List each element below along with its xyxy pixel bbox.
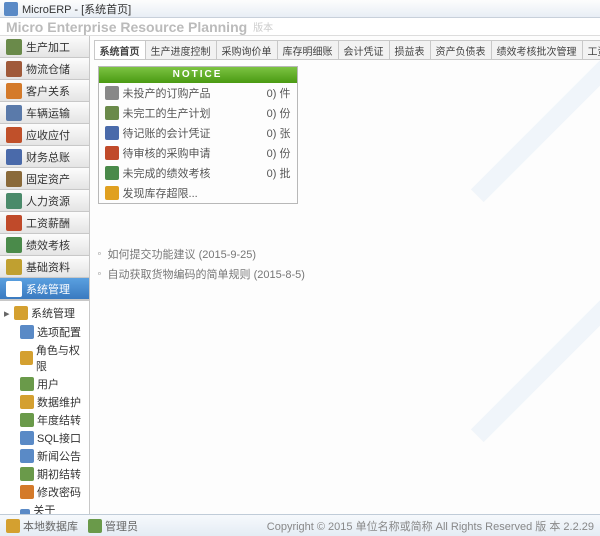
truck-icon — [6, 105, 22, 121]
settings-icon — [6, 281, 22, 297]
page-body: NOTICE 未投产的订购产品0) 件未完工的生产计划0) 份待记账的会计凭证0… — [90, 60, 600, 290]
nav-item-6[interactable]: 固定资产 — [0, 168, 89, 190]
tab-3[interactable]: 库存明细账 — [277, 40, 339, 59]
bullet-icon: ◦ — [98, 248, 108, 260]
nav-item-2[interactable]: 客户关系 — [0, 80, 89, 102]
content-area: 系统首页生产进度控制采购询价单库存明细账会计凭证损益表资产负债表绩效考核批次管理… — [90, 36, 600, 514]
tips-list: ◦如何提交功能建议 (2015-9-25)◦自动获取货物编码的简单规则 (201… — [98, 244, 600, 284]
tree-item-7[interactable]: 期初结转 — [4, 465, 87, 483]
tree-item-2[interactable]: 用户 — [4, 375, 87, 393]
tree-icon — [20, 413, 34, 427]
window-title: MicroERP - [系统首页] — [22, 1, 131, 17]
notice-header: NOTICE — [99, 67, 297, 83]
status-bar: 本地数据库 管理员 Copyright © 2015 单位名称或简称 All R… — [0, 514, 600, 536]
tab-1[interactable]: 生产进度控制 — [145, 40, 217, 59]
tree-item-9[interactable]: 关于MicroERP — [4, 501, 87, 514]
salary-icon — [6, 215, 22, 231]
money-icon — [6, 127, 22, 143]
db-icon — [6, 519, 20, 533]
tree-icon — [20, 449, 34, 463]
status-db[interactable]: 本地数据库 — [6, 518, 78, 534]
banner: Micro Enterprise Resource Planning 版本 — [0, 18, 600, 36]
sidebar: 生产加工物流仓储客户关系车辆运输应收应付财务总账固定资产人力资源工资薪酬绩效考核… — [0, 36, 90, 514]
chart-icon — [6, 237, 22, 253]
tree-icon — [20, 325, 34, 339]
notice-row-3[interactable]: 待审核的采购申请0) 份 — [99, 143, 297, 163]
user-icon — [88, 519, 102, 533]
banner-sub: 版本 — [253, 19, 273, 34]
tip-1[interactable]: ◦自动获取货物编码的简单规则 (2015-8-5) — [98, 264, 600, 284]
tree-icon — [20, 467, 34, 481]
cart-icon — [105, 86, 119, 100]
folder-icon — [6, 259, 22, 275]
tree-item-4[interactable]: 年度结转 — [4, 411, 87, 429]
tab-2[interactable]: 采购询价单 — [216, 40, 278, 59]
tip-0[interactable]: ◦如何提交功能建议 (2015-9-25) — [98, 244, 600, 264]
tab-4[interactable]: 会计凭证 — [338, 40, 390, 59]
nav-item-7[interactable]: 人力资源 — [0, 190, 89, 212]
nav-item-4[interactable]: 应收应付 — [0, 124, 89, 146]
asset-icon — [6, 171, 22, 187]
nav-item-0[interactable]: 生产加工 — [0, 36, 89, 58]
nav-item-11[interactable]: 系统管理 — [0, 278, 89, 300]
tree-root[interactable]: ▸ 系统管理 — [4, 305, 87, 321]
nav-item-3[interactable]: 车辆运输 — [0, 102, 89, 124]
title-bar: MicroERP - [系统首页] — [0, 0, 600, 18]
tab-6[interactable]: 资产负债表 — [430, 40, 492, 59]
decoration — [470, 288, 600, 442]
tree-icon — [20, 431, 34, 445]
notice-row-5[interactable]: 发现库存超限... — [99, 183, 297, 203]
tab-7[interactable]: 绩效考核批次管理 — [491, 40, 583, 59]
tree-item-5[interactable]: SQL接口 — [4, 429, 87, 447]
notice-row-4[interactable]: 未完成的绩效考核0) 批 — [99, 163, 297, 183]
tree-item-0[interactable]: 选项配置 — [4, 323, 87, 341]
ledger-icon — [6, 149, 22, 165]
perf-icon — [105, 166, 119, 180]
tree-icon — [20, 351, 33, 365]
tree-item-6[interactable]: 新闻公告 — [4, 447, 87, 465]
tab-bar: 系统首页生产进度控制采购询价单库存明细账会计凭证损益表资产负债表绩效考核批次管理… — [94, 40, 600, 60]
status-user[interactable]: 管理员 — [88, 518, 138, 534]
tab-8[interactable]: 工资录入 — [582, 40, 600, 59]
bullet-icon: ◦ — [98, 268, 108, 280]
tab-5[interactable]: 损益表 — [389, 40, 431, 59]
tab-0[interactable]: 系统首页 — [94, 40, 146, 59]
nav-item-5[interactable]: 财务总账 — [0, 146, 89, 168]
copyright: Copyright © 2015 单位名称或简称 All Rights Rese… — [267, 518, 594, 534]
notice-row-1[interactable]: 未完工的生产计划0) 份 — [99, 103, 297, 123]
tree-icon — [20, 485, 34, 499]
tree-item-8[interactable]: 修改密码 — [4, 483, 87, 501]
nav-item-10[interactable]: 基础资料 — [0, 256, 89, 278]
apply-icon — [105, 146, 119, 160]
house-icon — [6, 61, 22, 77]
nav-item-8[interactable]: 工资薪酬 — [0, 212, 89, 234]
tree-item-3[interactable]: 数据维护 — [4, 393, 87, 411]
person-icon — [6, 193, 22, 209]
warn-icon — [105, 186, 119, 200]
notice-panel: NOTICE 未投产的订购产品0) 件未完工的生产计划0) 份待记账的会计凭证0… — [98, 66, 298, 204]
nav-item-9[interactable]: 绩效考核 — [0, 234, 89, 256]
voucher-icon — [105, 126, 119, 140]
notice-row-0[interactable]: 未投产的订购产品0) 件 — [99, 83, 297, 103]
tree-icon — [20, 395, 34, 409]
notice-row-2[interactable]: 待记账的会计凭证0) 张 — [99, 123, 297, 143]
people-icon — [6, 83, 22, 99]
app-icon — [4, 2, 18, 16]
gear-icon — [6, 39, 22, 55]
folder-icon — [14, 306, 28, 320]
sidebar-tree: ▸ 系统管理 选项配置角色与权限用户数据维护年度结转SQL接口新闻公告期初结转修… — [0, 300, 89, 514]
tree-item-1[interactable]: 角色与权限 — [4, 341, 87, 375]
nav-item-1[interactable]: 物流仓储 — [0, 58, 89, 80]
doc-icon — [105, 106, 119, 120]
banner-title: Micro Enterprise Resource Planning — [6, 19, 247, 35]
tree-icon — [20, 377, 34, 391]
